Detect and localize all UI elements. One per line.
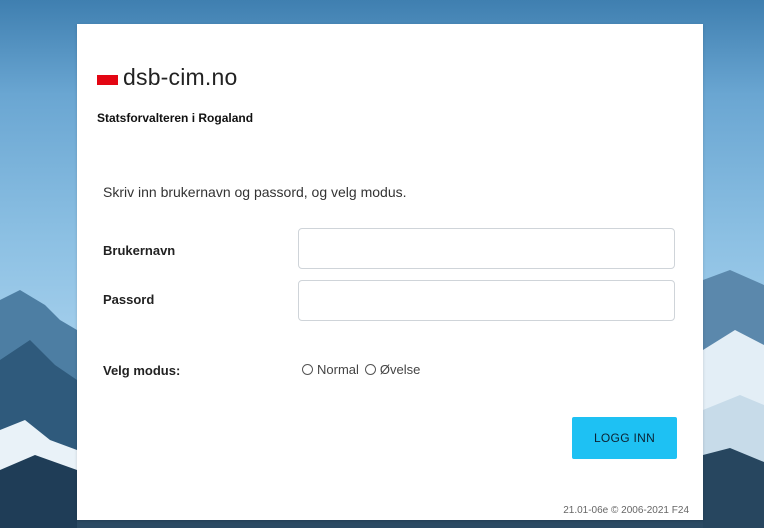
version-footer: 21.01-06e © 2006-2021 F24 [563, 505, 689, 516]
password-input[interactable] [298, 280, 675, 321]
logo-mark-icon [97, 74, 118, 85]
login-button[interactable]: LOGG INN [572, 417, 677, 459]
login-card: dsb-cim.no Statsforvalteren i Rogaland S… [77, 24, 703, 520]
username-label: Brukernavn [103, 243, 176, 258]
radio-unchecked-icon[interactable] [364, 364, 376, 375]
password-label: Passord [103, 292, 155, 307]
mode-label: Velg modus: [103, 363, 181, 378]
mode-option-ovelse[interactable]: Øvelse [364, 362, 421, 377]
mode-option-label: Normal [317, 362, 359, 377]
radio-unchecked-icon[interactable] [302, 364, 313, 375]
mode-option-label: Øvelse [379, 362, 421, 377]
mode-option-normal[interactable]: Normal [302, 362, 359, 377]
organization-name: Statsforvalteren i Rogaland [97, 111, 254, 125]
mode-radio-group: Normal Øvelse [302, 362, 426, 377]
logo-text: dsb-cim.no [123, 64, 238, 90]
login-instructions: Skriv inn brukernavn og passord, og velg… [103, 184, 407, 200]
brand-logo[interactable]: dsb-cim.no [97, 64, 237, 91]
username-input[interactable] [298, 228, 675, 269]
